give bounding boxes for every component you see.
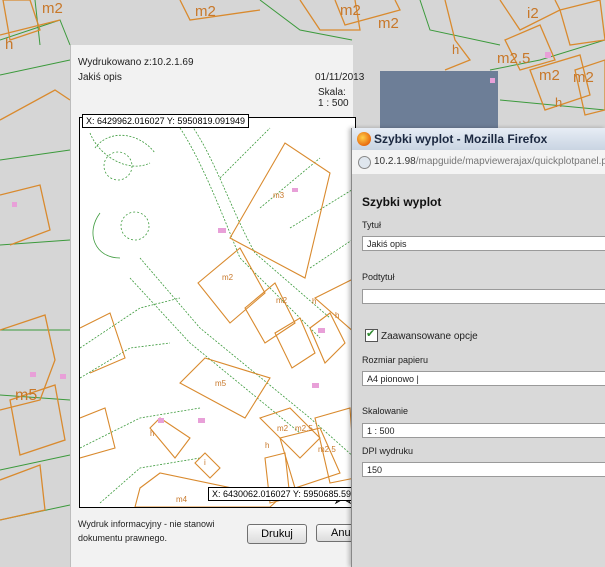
disclaimer-line-2: dokumentu prawnego. [78, 533, 168, 543]
paper-size-select[interactable]: A4 pionowo | [362, 371, 605, 386]
advanced-options-checkbox[interactable] [365, 327, 378, 342]
map-label: m5 [15, 387, 37, 404]
preview-map-label: h [150, 429, 154, 438]
map-label: i2 [527, 5, 539, 22]
map-label: m2 [340, 2, 361, 19]
scale-select[interactable]: 1 : 500 [362, 423, 605, 438]
quickplot-form: Szybki wyplot Tytuł Jakiś opis Podtytuł … [352, 174, 605, 567]
map-label: h [5, 36, 13, 53]
map-label: m2 [573, 69, 594, 86]
print-button[interactable]: Drukuj [247, 524, 307, 544]
preview-map-label: m2 [276, 296, 288, 305]
print-date: 01/11/2013 [315, 72, 365, 83]
form-heading: Szybki wyplot [362, 195, 442, 209]
preview-map-label: m5 [215, 379, 227, 388]
print-scale: Skala: 1 : 500 [318, 87, 349, 109]
coordinate-bottom-right: X: 6430062.016027 Y: 5950685.59 [208, 487, 355, 501]
preview-map-label: h [265, 441, 269, 450]
disclaimer-line-1: Wydruk informacyjny - nie stanowi [78, 519, 215, 529]
printed-from-text: Wydrukowano z:10.2.1.69 [78, 57, 194, 68]
map-label: h [452, 42, 459, 57]
map-label: m2.5 [497, 50, 530, 67]
dpi-label: DPI wydruku [362, 446, 414, 456]
firefox-window: Szybki wyplot - Mozilla Firefox 10.2.1.9… [351, 128, 605, 567]
url-path: /mapguide/mapviewerajax/quickplotpanel.p… [415, 156, 605, 167]
preview-map-label: m4 [176, 495, 188, 504]
preview-map-label: m2.5 [318, 445, 336, 454]
preview-map-drawing: m3 m2 m2 h h m5 h m2 m2.5 m2.5 i h m4 [80, 118, 355, 507]
title-input[interactable]: Jakiś opis [362, 236, 605, 251]
site-globe-icon [358, 156, 371, 169]
subtitle-input[interactable] [362, 289, 605, 304]
print-preview-panel: Wydrukowano z:10.2.1.69 Jakiś opis 01/11… [70, 45, 364, 567]
window-title: Szybki wyplot - Mozilla Firefox [374, 132, 548, 146]
firefox-logo-icon [357, 132, 371, 146]
window-titlebar[interactable]: Szybki wyplot - Mozilla Firefox [352, 128, 605, 151]
subtitle-label: Podtytuł [362, 272, 395, 282]
preview-map: m3 m2 m2 h h m5 h m2 m2.5 m2.5 i h m4 [79, 117, 356, 508]
map-label: h [555, 95, 562, 110]
scale-label: Skalowanie [362, 406, 409, 416]
preview-map-label: m3 [273, 191, 285, 200]
coordinate-top-left: X: 6429962.016027 Y: 5950819.091949 [82, 114, 249, 128]
address-bar[interactable]: 10.2.1.98/mapguide/mapviewerajax/quickpl… [352, 150, 605, 175]
title-label: Tytuł [362, 220, 382, 230]
map-label: m2 [195, 3, 216, 20]
preview-map-label: h [312, 297, 316, 306]
preview-map-label: h [335, 311, 339, 320]
print-description: Jakiś opis [78, 72, 122, 83]
map-label: m2 [42, 0, 63, 17]
dpi-select[interactable]: 150 [362, 462, 605, 477]
advanced-options-label: Zaawansowane opcje [381, 331, 478, 342]
preview-map-label: m2 [277, 424, 289, 433]
preview-map-label: i [204, 458, 206, 467]
preview-map-label: m2.5 [295, 424, 313, 433]
url-host: 10.2.1.98 [374, 156, 416, 167]
paper-size-label: Rozmiar papieru [362, 355, 429, 365]
preview-map-label: m2 [222, 273, 234, 282]
map-label: m2 [539, 67, 560, 84]
cancel-button[interactable]: Anu [316, 524, 356, 542]
map-label: m2 [378, 15, 399, 32]
